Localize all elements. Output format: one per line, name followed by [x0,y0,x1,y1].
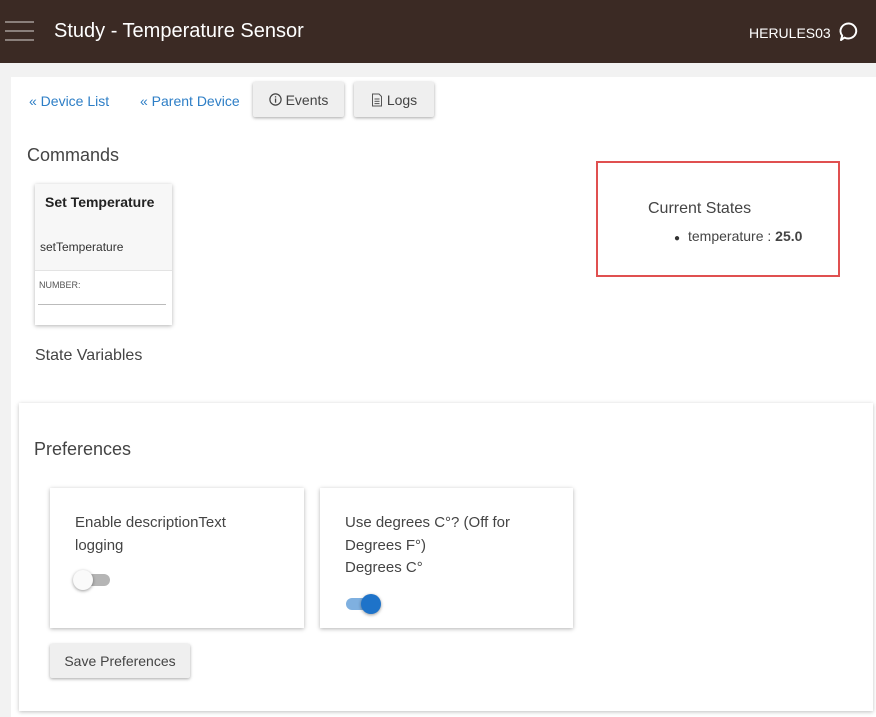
chat-icon[interactable] [838,21,860,43]
commands-heading: Commands [27,145,120,165]
logs-button[interactable]: Logs [354,82,434,117]
save-preferences-button[interactable]: Save Preferences [50,644,190,678]
command-card-set-temperature: Set Temperature setTemperature NUMBER: [35,184,172,325]
number-input[interactable] [38,298,166,305]
current-states-box: Current States ● temperature : 25.0 [596,161,840,277]
preference-description-logging: Enable descriptionText logging [50,488,304,628]
number-field-label: NUMBER: [39,280,81,290]
preference-label: Use degrees C°? (Off for [345,514,510,531]
degrees-c-toggle[interactable] [343,592,383,616]
top-bar: Study - Temperature Sensor HERULES03 [0,0,876,63]
preference-degrees-c: Use degrees C°? (Off for Degrees F°) Deg… [320,488,573,628]
events-button[interactable]: Events [253,82,344,117]
current-states-heading: Current States [648,200,752,217]
state-key: temperature [688,228,764,244]
menu-icon[interactable] [5,19,34,43]
events-label: Events [285,91,329,108]
preferences-heading: Preferences [34,439,132,459]
command-name: setTemperature [40,240,124,254]
document-icon [371,93,382,106]
preference-label: logging [75,536,124,554]
parent-device-link[interactable]: « Parent Device [140,93,240,109]
command-title: Set Temperature [45,194,155,210]
description-logging-toggle[interactable] [73,568,113,592]
info-icon [268,93,282,106]
preferences-panel: Preferences Enable descriptionText loggi… [19,403,873,711]
state-separator: : [763,228,776,244]
device-list-link[interactable]: « Device List [29,93,109,109]
state-variables-heading: State Variables [35,347,143,364]
page-title: Study - Temperature Sensor [54,20,304,42]
preference-label: Enable descriptionText [75,514,226,531]
preference-value-label: Degrees C° [345,559,423,576]
state-item-temperature: temperature : 25.0 [688,228,802,244]
preference-label: Degrees F°) [345,536,427,554]
hub-name[interactable]: HERULES03 [749,25,831,41]
logs-label: Logs [386,91,418,108]
state-value: 25.0 [775,228,803,244]
command-button[interactable]: Set Temperature setTemperature [35,184,172,271]
